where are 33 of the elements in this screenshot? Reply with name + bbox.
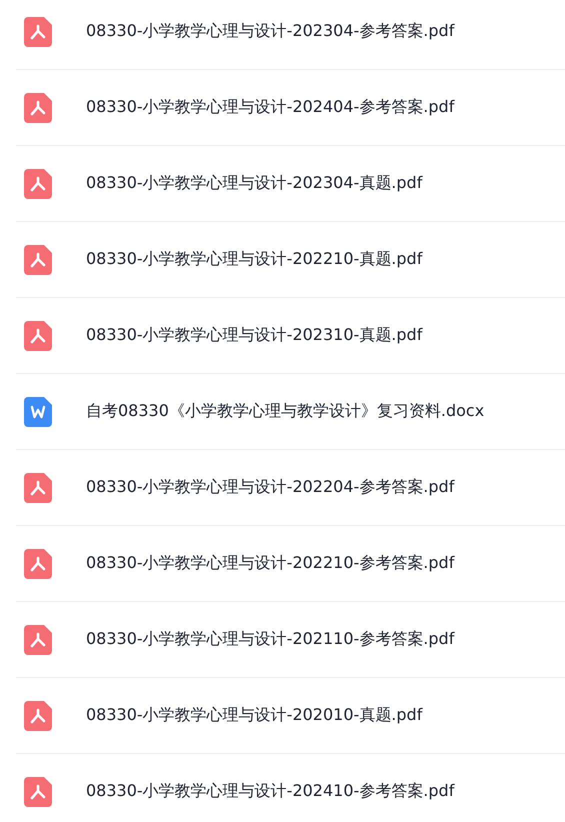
file-row[interactable]: 08330-小学教学心理与设计-202310-真题.pdf [16,298,565,374]
pdf-file-icon [24,776,52,806]
file-name: 08330-小学教学心理与设计-202410-参考答案.pdf [86,781,454,802]
pdf-file-icon [24,320,52,350]
file-name: 08330-小学教学心理与设计-202110-参考答案.pdf [86,629,454,650]
file-name: 08330-小学教学心理与设计-202210-真题.pdf [86,249,422,270]
pdf-file-icon [24,244,52,274]
word-file-icon [24,396,52,426]
file-row[interactable]: 08330-小学教学心理与设计-202204-参考答案.pdf [16,450,565,526]
file-row[interactable]: 08330-小学教学心理与设计-202304-真题.pdf [16,146,565,222]
pdf-file-icon [24,472,52,502]
file-name: 自考08330《小学教学心理与教学设计》复习资料.docx [86,401,484,422]
file-row[interactable]: 自考08330《小学教学心理与教学设计》复习资料.docx [16,374,565,450]
file-row[interactable]: 08330-小学教学心理与设计-202110-参考答案.pdf [16,602,565,678]
file-name: 08330-小学教学心理与设计-202304-参考答案.pdf [86,21,454,42]
pdf-file-icon [24,16,52,46]
pdf-file-icon [24,700,52,730]
file-name: 08330-小学教学心理与设计-202204-参考答案.pdf [86,477,454,498]
file-name: 08330-小学教学心理与设计-202010-真题.pdf [86,705,422,726]
pdf-file-icon [24,548,52,578]
file-name: 08330-小学教学心理与设计-202304-真题.pdf [86,173,422,194]
file-name: 08330-小学教学心理与设计-202310-真题.pdf [86,325,422,346]
file-name: 08330-小学教学心理与设计-202210-参考答案.pdf [86,553,454,574]
file-row[interactable]: 08330-小学教学心理与设计-202010-真题.pdf [16,678,565,754]
file-row[interactable]: 08330-小学教学心理与设计-202304-参考答案.pdf [16,0,565,70]
file-row[interactable]: 08330-小学教学心理与设计-202210-真题.pdf [16,222,565,298]
file-row[interactable]: 08330-小学教学心理与设计-202404-参考答案.pdf [16,70,565,146]
pdf-file-icon [24,168,52,198]
file-name: 08330-小学教学心理与设计-202404-参考答案.pdf [86,97,454,118]
file-row[interactable]: 08330-小学教学心理与设计-202210-参考答案.pdf [16,526,565,602]
pdf-file-icon [24,92,52,122]
pdf-file-icon [24,624,52,654]
file-row[interactable]: 08330-小学教学心理与设计-202410-参考答案.pdf [16,754,565,822]
